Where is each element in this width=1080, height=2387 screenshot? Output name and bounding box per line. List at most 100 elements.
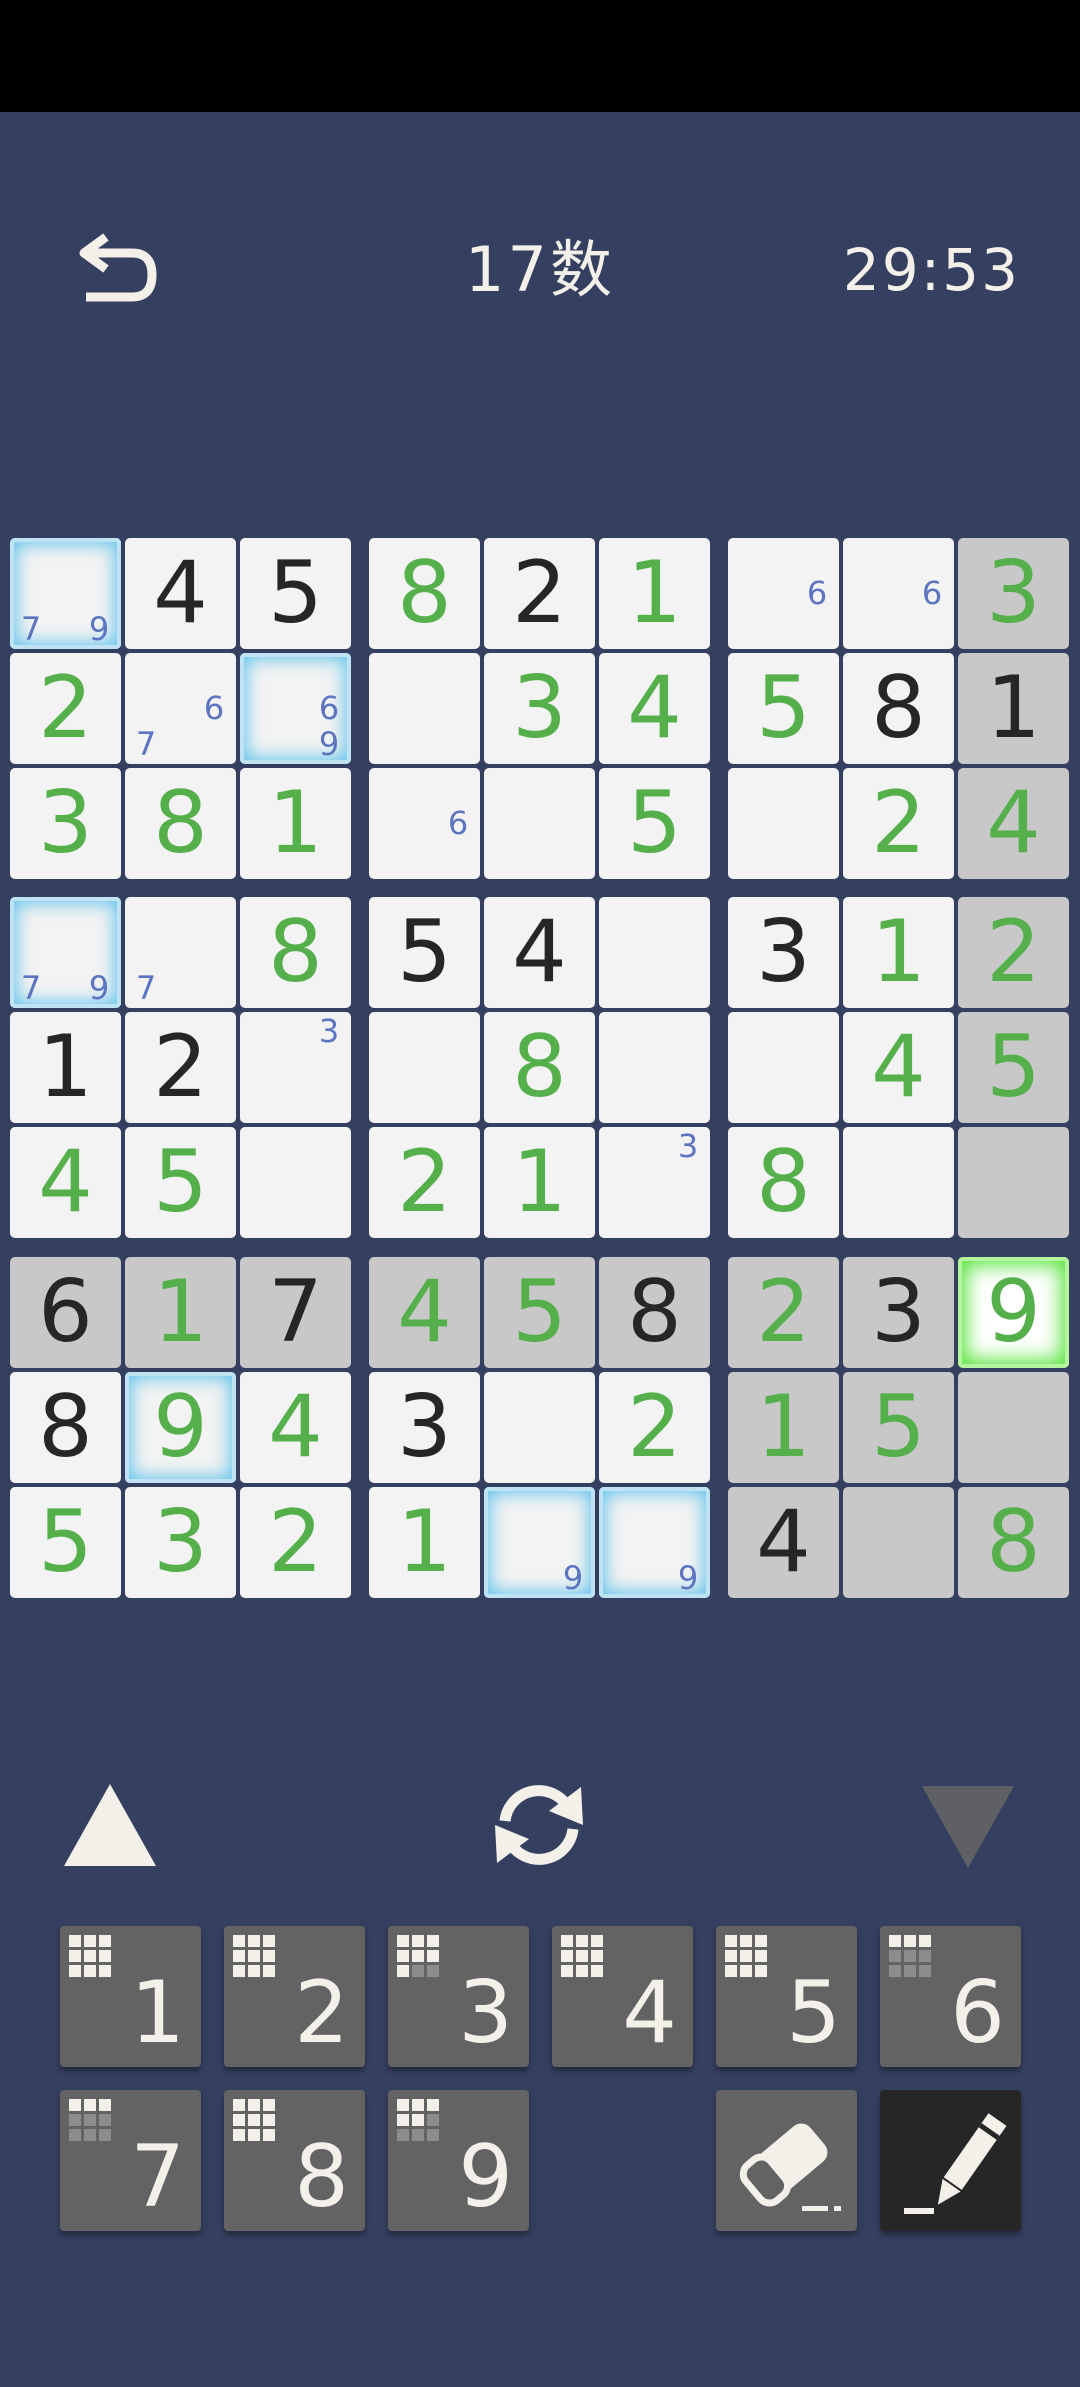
cell-r4c2[interactable]: 7 (125, 897, 236, 1008)
cell-r7c1[interactable]: 6 (10, 1257, 121, 1368)
cell-r6c2[interactable]: 5 (125, 1127, 236, 1238)
number-key-7[interactable]: 7 (60, 2090, 201, 2231)
cell-r8c1[interactable]: 8 (10, 1372, 121, 1483)
cell-r5c6[interactable] (599, 1012, 710, 1123)
cell-r1c3[interactable]: 5 (240, 538, 351, 649)
cell-r2c4[interactable] (369, 653, 480, 764)
cell-r6c8[interactable] (843, 1127, 954, 1238)
cell-r8c7[interactable]: 1 (728, 1372, 839, 1483)
cell-r7c7[interactable]: 2 (728, 1257, 839, 1368)
cell-r1c8[interactable]: 6 (843, 538, 954, 649)
cell-r8c5[interactable] (484, 1372, 595, 1483)
cell-r8c9[interactable] (958, 1372, 1069, 1483)
cell-r9c3[interactable]: 2 (240, 1487, 351, 1598)
cell-r2c2[interactable]: 67 (125, 653, 236, 764)
cell-r3c6[interactable]: 5 (599, 768, 710, 879)
cell-r2c8[interactable]: 8 (843, 653, 954, 764)
cell-r9c4[interactable]: 1 (369, 1487, 480, 1598)
cell-r3c3[interactable]: 1 (240, 768, 351, 879)
cell-r1c2[interactable]: 4 (125, 538, 236, 649)
cell-r9c9[interactable]: 8 (958, 1487, 1069, 1598)
number-key-6[interactable]: 6 (880, 1926, 1021, 2067)
cell-r8c3[interactable]: 4 (240, 1372, 351, 1483)
cell-r4c9[interactable]: 2 (958, 897, 1069, 1008)
number-key-5[interactable]: 5 (716, 1926, 857, 2067)
cell-r6c4[interactable]: 2 (369, 1127, 480, 1238)
pencil-note: 9 (318, 725, 340, 763)
cell-r7c8[interactable]: 3 (843, 1257, 954, 1368)
cell-r8c4[interactable]: 3 (369, 1372, 480, 1483)
pencil-notes-button[interactable] (880, 2090, 1021, 2231)
cell-r1c5[interactable]: 2 (484, 538, 595, 649)
cell-r3c8[interactable]: 2 (843, 768, 954, 879)
number-key-9[interactable]: 9 (388, 2090, 529, 2231)
down-arrow-button[interactable] (918, 1780, 1018, 1872)
cell-r3c7[interactable] (728, 768, 839, 879)
cell-r3c5[interactable] (484, 768, 595, 879)
cell-r7c4[interactable]: 4 (369, 1257, 480, 1368)
cell-r4c7[interactable]: 3 (728, 897, 839, 1008)
cell-r1c1[interactable]: 79 (10, 538, 121, 649)
cell-r2c7[interactable]: 5 (728, 653, 839, 764)
cell-r7c3[interactable]: 7 (240, 1257, 351, 1368)
cell-value: 1 (986, 658, 1041, 758)
cell-r9c2[interactable]: 3 (125, 1487, 236, 1598)
cell-r4c4[interactable]: 5 (369, 897, 480, 1008)
cell-r5c2[interactable]: 2 (125, 1012, 236, 1123)
cell-r7c9[interactable]: 9 (958, 1257, 1069, 1368)
cell-r4c1[interactable]: 79 (10, 897, 121, 1008)
number-key-8[interactable]: 8 (224, 2090, 365, 2231)
cell-r2c6[interactable]: 4 (599, 653, 710, 764)
cell-r2c5[interactable]: 3 (484, 653, 595, 764)
number-key-3[interactable]: 3 (388, 1926, 529, 2067)
cell-r5c3[interactable]: 3 (240, 1012, 351, 1123)
number-key-2[interactable]: 2 (224, 1926, 365, 2067)
cell-r5c5[interactable]: 8 (484, 1012, 595, 1123)
cell-r5c1[interactable]: 1 (10, 1012, 121, 1123)
cell-r8c6[interactable]: 2 (599, 1372, 710, 1483)
cell-r3c9[interactable]: 4 (958, 768, 1069, 879)
cell-r6c6[interactable]: 3 (599, 1127, 710, 1238)
pencil-note: 9 (88, 969, 110, 1007)
cell-r6c5[interactable]: 1 (484, 1127, 595, 1238)
cell-r6c7[interactable]: 8 (728, 1127, 839, 1238)
cell-r8c8[interactable]: 5 (843, 1372, 954, 1483)
cell-r1c9[interactable]: 3 (958, 538, 1069, 649)
eraser-button[interactable] (716, 2090, 857, 2231)
cell-r4c6[interactable] (599, 897, 710, 1008)
cell-r5c7[interactable] (728, 1012, 839, 1123)
refresh-button[interactable] (485, 1775, 593, 1875)
cell-r2c1[interactable]: 2 (10, 653, 121, 764)
cell-r4c5[interactable]: 4 (484, 897, 595, 1008)
cell-r6c9[interactable] (958, 1127, 1069, 1238)
cell-r8c2[interactable]: 9 (125, 1372, 236, 1483)
cell-r7c5[interactable]: 5 (484, 1257, 595, 1368)
cell-r3c4[interactable]: 6 (369, 768, 480, 879)
cell-r6c3[interactable] (240, 1127, 351, 1238)
cell-r1c6[interactable]: 1 (599, 538, 710, 649)
number-key-label: 7 (130, 2127, 185, 2227)
cell-r2c9[interactable]: 1 (958, 653, 1069, 764)
cell-r1c4[interactable]: 8 (369, 538, 480, 649)
cell-r5c4[interactable] (369, 1012, 480, 1123)
cell-r4c8[interactable]: 1 (843, 897, 954, 1008)
cell-r1c7[interactable]: 6 (728, 538, 839, 649)
cell-r9c7[interactable]: 4 (728, 1487, 839, 1598)
number-key-4[interactable]: 4 (552, 1926, 693, 2067)
remaining-grid-icon (397, 1935, 439, 1977)
cell-r5c9[interactable]: 5 (958, 1012, 1069, 1123)
cell-r7c6[interactable]: 8 (599, 1257, 710, 1368)
cell-r9c1[interactable]: 5 (10, 1487, 121, 1598)
cell-r6c1[interactable]: 4 (10, 1127, 121, 1238)
cell-r3c1[interactable]: 3 (10, 768, 121, 879)
cell-r3c2[interactable]: 8 (125, 768, 236, 879)
cell-r2c3[interactable]: 69 (240, 653, 351, 764)
cell-r9c8[interactable] (843, 1487, 954, 1598)
cell-r4c3[interactable]: 8 (240, 897, 351, 1008)
up-arrow-button[interactable] (60, 1780, 160, 1872)
cell-r7c2[interactable]: 1 (125, 1257, 236, 1368)
cell-r5c8[interactable]: 4 (843, 1012, 954, 1123)
number-key-1[interactable]: 1 (60, 1926, 201, 2067)
cell-r9c5[interactable]: 9 (484, 1487, 595, 1598)
cell-r9c6[interactable]: 9 (599, 1487, 710, 1598)
